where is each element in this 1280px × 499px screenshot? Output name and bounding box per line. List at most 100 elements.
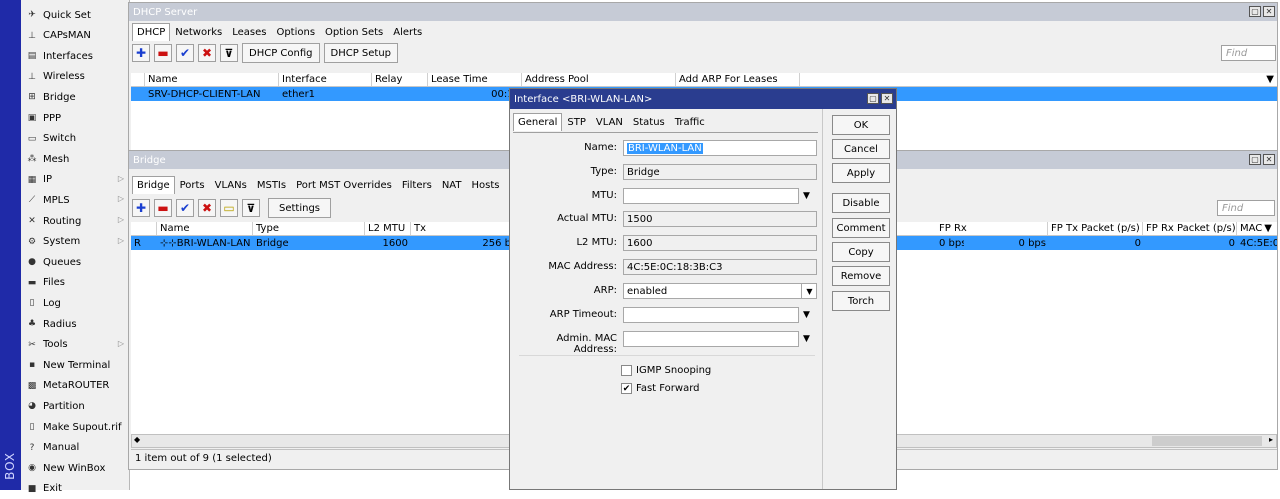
sidebar-item-tools[interactable]: ✂ Tools ▷ (21, 335, 130, 355)
dhcp-find-input[interactable]: Find (1221, 45, 1276, 61)
remove-icon[interactable]: ▬ (154, 44, 172, 62)
disable-button[interactable]: Disable (832, 193, 890, 213)
scroll-right-icon[interactable]: ▸ (1269, 435, 1273, 444)
disable-icon[interactable]: ✖ (198, 44, 216, 62)
dhcp-tab-leases[interactable]: Leases (227, 23, 271, 41)
arp-select[interactable]: enabled (623, 283, 817, 299)
dialog-tab-stp[interactable]: STP (562, 113, 591, 131)
bridge-tab-filters[interactable]: Filters (397, 176, 437, 194)
igmp-snooping-checkbox[interactable]: IGMP Snooping (621, 365, 711, 376)
col-fp-tx-packet[interactable]: FP Tx Packet (p/s) (1048, 222, 1143, 235)
sidebar-item-files[interactable]: ▬ Files (21, 273, 130, 293)
close-icon[interactable]: ✕ (1263, 154, 1275, 165)
add-icon[interactable]: ✚ (132, 44, 150, 62)
bridge-tab-ports[interactable]: Ports (175, 176, 210, 194)
sidebar-item-mpls[interactable]: ⟋ MPLS ▷ (21, 190, 130, 210)
sidebar-item-capsman[interactable]: ⊥ CAPsMAN (21, 26, 130, 46)
name-input[interactable]: BRI-WLAN-LAN (623, 140, 817, 156)
fast-forward-checkbox-box[interactable]: ✔ (621, 383, 632, 394)
dhcp-titlebar[interactable]: DHCP Server ▢ ✕ (129, 3, 1277, 21)
close-icon[interactable]: ✕ (881, 93, 893, 104)
filter-icon[interactable]: ⊽ (242, 199, 260, 217)
col-fp-rx[interactable]: FP Rx (936, 222, 1048, 235)
dhcp-tab-options[interactable]: Options (271, 23, 320, 41)
sidebar-item-interfaces[interactable]: ▤ Interfaces (21, 46, 130, 66)
dhcp-tab-dhcp[interactable]: DHCP (132, 23, 171, 41)
comment-icon[interactable]: ▭ (220, 199, 238, 217)
arp-timeout-dropdown-icon[interactable]: ▼ (803, 310, 810, 320)
sidebar-item-wireless[interactable]: ⊥ Wireless (21, 67, 130, 87)
add-icon[interactable]: ✚ (132, 199, 150, 217)
dialog-tab-status[interactable]: Status (628, 113, 670, 131)
col-fp-rx-packet[interactable]: FP Rx Packet (p/s) (1143, 222, 1237, 235)
enable-icon[interactable]: ✔ (176, 199, 194, 217)
bridge-tab-bridge[interactable]: Bridge (132, 176, 175, 194)
col-interface[interactable]: Interface (279, 73, 372, 86)
sidebar-item-ip[interactable]: ▦ IP ▷ (21, 170, 130, 190)
enable-icon[interactable]: ✔ (176, 44, 194, 62)
settings-button[interactable]: Settings (268, 198, 332, 218)
scroll-left-icon[interactable]: ◆ (134, 435, 140, 444)
comment-button[interactable]: Comment (832, 218, 890, 238)
filter-icon[interactable]: ⊽ (220, 44, 238, 62)
torch-button[interactable]: Torch (832, 291, 890, 311)
col-type[interactable]: Type (253, 222, 365, 235)
sidebar-item-queues[interactable]: ● Queues (21, 252, 130, 272)
arp-dropdown-icon[interactable]: ▼ (801, 283, 817, 299)
remove-button[interactable]: Remove (832, 266, 890, 286)
fast-forward-checkbox[interactable]: ✔ Fast Forward (621, 383, 700, 394)
ok-button[interactable]: OK (832, 115, 890, 135)
col-lease-time[interactable]: Lease Time (428, 73, 522, 86)
sidebar-item-new-terminal[interactable]: ▪ New Terminal (21, 355, 130, 375)
col-address-pool[interactable]: Address Pool (522, 73, 676, 86)
maximize-icon[interactable]: ▢ (867, 93, 879, 104)
dialog-tab-vlan[interactable]: VLAN (591, 113, 628, 131)
col-add-arp[interactable]: Add ARP For Leases (676, 73, 800, 86)
mtu-input[interactable] (623, 188, 799, 204)
column-menu-icon[interactable]: ▼ (1264, 223, 1272, 234)
dhcp-tab-alerts[interactable]: Alerts (388, 23, 427, 41)
sidebar-item-log[interactable]: ▯ Log (21, 293, 130, 313)
sidebar-item-make-supout-rif[interactable]: ▯ Make Supout.rif (21, 417, 130, 437)
column-menu-icon[interactable]: ▼ (800, 73, 1277, 86)
mtu-dropdown-icon[interactable]: ▼ (803, 191, 810, 201)
sidebar-item-routing[interactable]: ✕ Routing ▷ (21, 211, 130, 231)
bridge-tab-mstis[interactable]: MSTIs (252, 176, 291, 194)
col-l2mtu[interactable]: L2 MTU (365, 222, 411, 235)
bridge-tab-nat[interactable]: NAT (437, 176, 467, 194)
dhcp-tab-option-sets[interactable]: Option Sets (320, 23, 388, 41)
copy-button[interactable]: Copy (832, 242, 890, 262)
dhcp-config-button[interactable]: DHCP Config (242, 43, 320, 63)
bridge-tab-port-mst-overrides[interactable]: Port MST Overrides (291, 176, 397, 194)
apply-button[interactable]: Apply (832, 163, 890, 183)
bridge-find-input[interactable]: Find (1217, 200, 1275, 216)
bridge-tab-vlans[interactable]: VLANs (210, 176, 252, 194)
sidebar-item-switch[interactable]: ▭ Switch (21, 129, 130, 149)
arp-timeout-input[interactable] (623, 307, 799, 323)
maximize-icon[interactable]: ▢ (1249, 6, 1261, 17)
admin-mac-dropdown-icon[interactable]: ▼ (803, 334, 810, 344)
igmp-checkbox-box[interactable] (621, 365, 632, 376)
col-relay[interactable]: Relay (372, 73, 428, 86)
sidebar-item-metarouter[interactable]: ▩ MetaROUTER (21, 376, 130, 396)
admin-mac-input[interactable] (623, 331, 799, 347)
sidebar-item-ppp[interactable]: ▣ PPP (21, 108, 130, 128)
maximize-icon[interactable]: ▢ (1249, 154, 1261, 165)
cancel-button[interactable]: Cancel (832, 139, 890, 159)
close-icon[interactable]: ✕ (1263, 6, 1275, 17)
col-name[interactable]: Name (145, 73, 279, 86)
col-tx[interactable]: Tx (411, 222, 511, 235)
remove-icon[interactable]: ▬ (154, 199, 172, 217)
bridge-tab-hosts[interactable]: Hosts (466, 176, 504, 194)
sidebar-item-quick-set[interactable]: ✈ Quick Set (21, 5, 130, 25)
dialog-tab-general[interactable]: General (513, 113, 563, 131)
dialog-tab-traffic[interactable]: Traffic (670, 113, 710, 131)
sidebar-item-radius[interactable]: ♣ Radius (21, 314, 130, 334)
col-name[interactable]: Name (157, 222, 253, 235)
dhcp-setup-button[interactable]: DHCP Setup (323, 43, 399, 63)
dialog-titlebar[interactable]: Interface <BRI-WLAN-LAN> ▢ ✕ (510, 89, 896, 109)
sidebar-item-new-winbox[interactable]: ◉ New WinBox (21, 458, 130, 478)
dhcp-tab-networks[interactable]: Networks (170, 23, 227, 41)
sidebar-item-system[interactable]: ⚙ System ▷ (21, 232, 130, 252)
sidebar-item-bridge[interactable]: ⊞ Bridge (21, 87, 130, 107)
